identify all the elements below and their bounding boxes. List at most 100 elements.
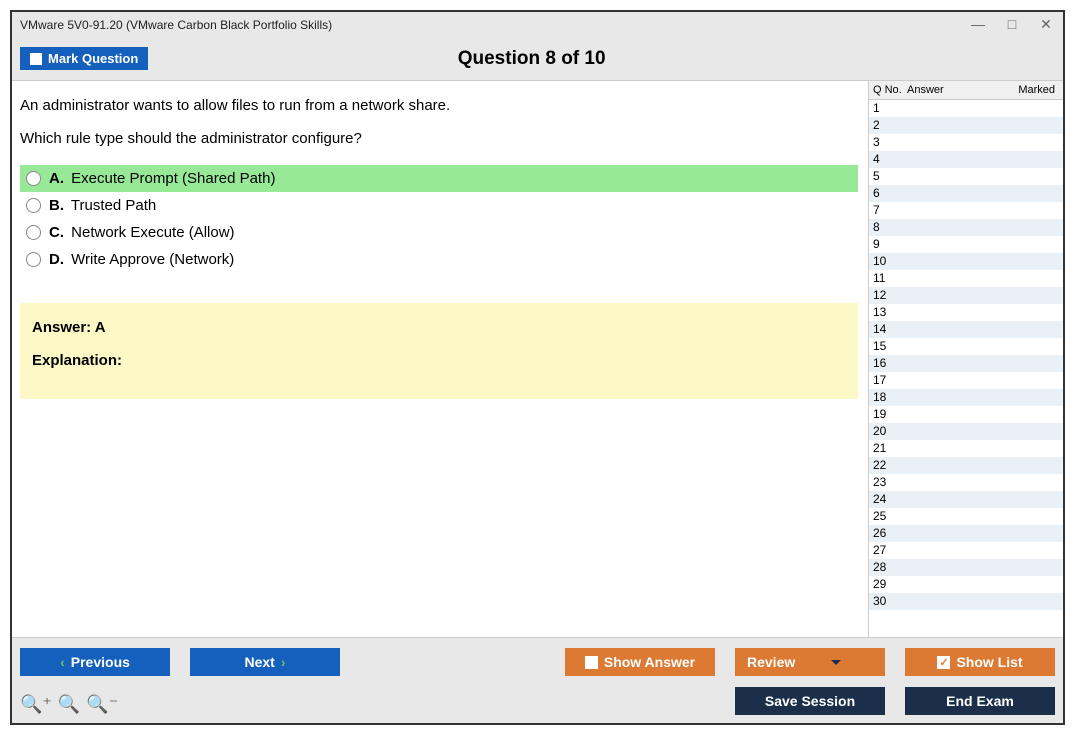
question-list-row[interactable]: 25	[869, 508, 1063, 525]
question-list-row[interactable]: 6	[869, 185, 1063, 202]
option-A[interactable]: A. Execute Prompt (Shared Path)	[20, 165, 858, 192]
col-answer: Answer	[907, 84, 1009, 96]
radio-icon[interactable]	[26, 225, 41, 240]
show-answer-button[interactable]: Show Answer	[565, 648, 715, 676]
dropdown-icon	[831, 660, 841, 665]
checkbox-checked-icon: ✓	[937, 656, 950, 669]
option-text: C. Network Execute (Allow)	[49, 224, 235, 241]
close-icon[interactable]: ✕	[1037, 16, 1055, 33]
option-C[interactable]: C. Network Execute (Allow)	[20, 219, 858, 246]
question-list-row[interactable]: 8	[869, 219, 1063, 236]
question-list-row[interactable]: 20	[869, 423, 1063, 440]
show-list-button[interactable]: ✓ Show List	[905, 648, 1055, 676]
row-number: 13	[873, 304, 903, 321]
window-title: VMware 5V0-91.20 (VMware Carbon Black Po…	[20, 18, 969, 32]
checkbox-icon	[30, 53, 42, 65]
question-list-row[interactable]: 26	[869, 525, 1063, 542]
mark-question-label: Mark Question	[48, 51, 138, 66]
question-list-row[interactable]: 14	[869, 321, 1063, 338]
question-list-row[interactable]: 4	[869, 151, 1063, 168]
previous-label: Previous	[71, 654, 130, 670]
radio-icon[interactable]	[26, 198, 41, 213]
row-number: 30	[873, 593, 903, 610]
row-number: 9	[873, 236, 903, 253]
zoom-reset-icon[interactable]: 🔍	[58, 694, 80, 715]
radio-icon[interactable]	[26, 171, 41, 186]
row-number: 24	[873, 491, 903, 508]
minimize-icon[interactable]: —	[969, 16, 987, 33]
question-list-row[interactable]: 15	[869, 338, 1063, 355]
question-line-2: Which rule type should the administrator…	[20, 128, 858, 149]
main-panel: An administrator wants to allow files to…	[12, 81, 868, 637]
row-number: 6	[873, 185, 903, 202]
app-window: VMware 5V0-91.20 (VMware Carbon Black Po…	[10, 10, 1065, 725]
question-list-row[interactable]: 1	[869, 100, 1063, 117]
question-list-row[interactable]: 24	[869, 491, 1063, 508]
option-B[interactable]: B. Trusted Path	[20, 192, 858, 219]
previous-button[interactable]: ‹ Previous	[20, 648, 170, 676]
row-number: 20	[873, 423, 903, 440]
answer-panel: Answer: A Explanation:	[20, 303, 858, 399]
question-list-row[interactable]: 10	[869, 253, 1063, 270]
question-list-row[interactable]: 13	[869, 304, 1063, 321]
question-list-row[interactable]: 12	[869, 287, 1063, 304]
row-number: 21	[873, 440, 903, 457]
mark-question-button[interactable]: Mark Question	[20, 47, 148, 70]
row-number: 14	[873, 321, 903, 338]
row-number: 15	[873, 338, 903, 355]
question-list-row[interactable]: 19	[869, 406, 1063, 423]
question-list-row[interactable]: 30	[869, 593, 1063, 610]
question-list-row[interactable]: 27	[869, 542, 1063, 559]
row-number: 3	[873, 134, 903, 151]
row-number: 18	[873, 389, 903, 406]
question-list-header: Q No. Answer Marked	[869, 81, 1063, 100]
zoom-out-icon[interactable]: 🔍⁻	[86, 694, 118, 715]
question-list-row[interactable]: 21	[869, 440, 1063, 457]
row-number: 10	[873, 253, 903, 270]
row-number: 26	[873, 525, 903, 542]
next-label: Next	[244, 654, 274, 670]
row-number: 17	[873, 372, 903, 389]
checkbox-icon	[585, 656, 598, 669]
row-number: 12	[873, 287, 903, 304]
option-text: B. Trusted Path	[49, 197, 156, 214]
body: An administrator wants to allow files to…	[12, 81, 1063, 637]
row-number: 11	[873, 270, 903, 287]
explanation-label: Explanation:	[32, 352, 846, 369]
question-list[interactable]: 1234567891011121314151617181920212223242…	[869, 100, 1063, 637]
question-list-row[interactable]: 5	[869, 168, 1063, 185]
row-number: 5	[873, 168, 903, 185]
question-list-row[interactable]: 2	[869, 117, 1063, 134]
question-list-row[interactable]: 17	[869, 372, 1063, 389]
question-list-row[interactable]: 23	[869, 474, 1063, 491]
row-number: 4	[873, 151, 903, 168]
question-list-row[interactable]: 28	[869, 559, 1063, 576]
question-list-row[interactable]: 22	[869, 457, 1063, 474]
row-number: 22	[873, 457, 903, 474]
question-list-row[interactable]: 7	[869, 202, 1063, 219]
col-marked: Marked	[1009, 84, 1059, 96]
question-list-row[interactable]: 11	[869, 270, 1063, 287]
question-list-row[interactable]: 18	[869, 389, 1063, 406]
show-list-label: Show List	[956, 654, 1022, 670]
end-exam-button[interactable]: End Exam	[905, 687, 1055, 715]
row-number: 2	[873, 117, 903, 134]
zoom-in-icon[interactable]: 🔍⁺	[20, 694, 52, 715]
review-label: Review	[747, 654, 795, 670]
question-list-row[interactable]: 9	[869, 236, 1063, 253]
next-button[interactable]: Next ›	[190, 648, 340, 676]
maximize-icon[interactable]: □	[1003, 16, 1021, 33]
review-button[interactable]: Review	[735, 648, 885, 676]
option-text: A. Execute Prompt (Shared Path)	[49, 170, 275, 187]
question-counter: Question 8 of 10	[148, 48, 915, 70]
question-list-row[interactable]: 29	[869, 576, 1063, 593]
save-session-button[interactable]: Save Session	[735, 687, 885, 715]
row-number: 27	[873, 542, 903, 559]
row-number: 16	[873, 355, 903, 372]
row-number: 8	[873, 219, 903, 236]
option-D[interactable]: D. Write Approve (Network)	[20, 246, 858, 273]
question-list-row[interactable]: 3	[869, 134, 1063, 151]
question-list-row[interactable]: 16	[869, 355, 1063, 372]
radio-icon[interactable]	[26, 252, 41, 267]
row-number: 19	[873, 406, 903, 423]
